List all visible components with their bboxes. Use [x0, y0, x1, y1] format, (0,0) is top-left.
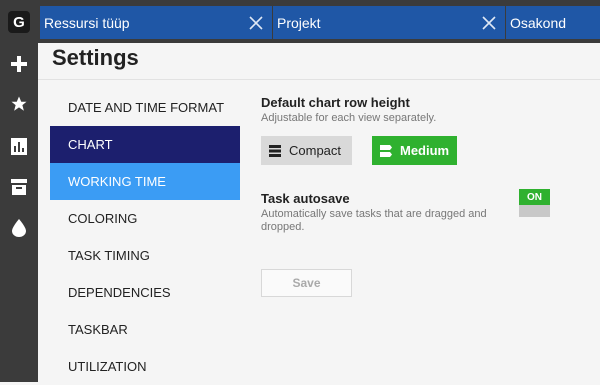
- toggle-on-label: ON: [519, 189, 550, 205]
- plus-icon[interactable]: [0, 51, 38, 77]
- close-icon[interactable]: [472, 6, 505, 39]
- row-height-options: Compact Medium: [261, 136, 457, 165]
- compact-option-button[interactable]: Compact: [261, 136, 352, 165]
- settings-content: Default chart row height Adjustable for …: [261, 95, 591, 297]
- drop-icon[interactable]: [0, 215, 38, 241]
- page-title: Settings: [52, 45, 139, 70]
- filter-chip-department[interactable]: Osakond: [506, 6, 600, 39]
- page-header: Settings: [38, 43, 600, 80]
- section-title: Default chart row height: [261, 95, 410, 110]
- toggle-track: [519, 205, 550, 217]
- filter-bar: Ressursi tüüp Projekt Osakond: [38, 0, 600, 43]
- nav-item-taskbar[interactable]: TASKBAR: [50, 311, 240, 348]
- compact-rows-icon: [261, 144, 289, 158]
- save-button[interactable]: Save: [261, 269, 352, 297]
- filter-chip-project[interactable]: Projekt: [273, 6, 505, 39]
- task-autosave-section: Task autosave Automatically save tasks t…: [261, 189, 591, 234]
- app-logo[interactable]: G: [8, 11, 30, 33]
- section-subtitle: Automatically save tasks that are dragge…: [261, 208, 487, 233]
- nav-item-date-time-format[interactable]: DATE AND TIME FORMAT: [50, 89, 240, 126]
- close-icon[interactable]: [239, 6, 272, 39]
- nav-item-working-time[interactable]: WORKING TIME: [50, 163, 240, 200]
- nav-item-task-timing[interactable]: TASK TIMING: [50, 237, 240, 274]
- nav-item-coloring[interactable]: COLORING: [50, 200, 240, 237]
- chart-row-height-section: Default chart row height Adjustable for …: [261, 95, 591, 125]
- medium-option-button[interactable]: Medium: [372, 136, 457, 165]
- section-subtitle: Adjustable for each view separately.: [261, 112, 437, 124]
- medium-rows-icon: [372, 144, 400, 158]
- nav-item-dependencies[interactable]: DEPENDENCIES: [50, 274, 240, 311]
- logo-letter: G: [13, 13, 25, 31]
- filter-chip-label: Projekt: [277, 14, 321, 31]
- nav-item-chart[interactable]: CHART: [50, 126, 240, 163]
- report-icon[interactable]: [0, 133, 38, 159]
- star-icon[interactable]: [0, 91, 38, 117]
- filter-chip-label: Ressursi tüüp: [44, 14, 130, 31]
- archive-icon[interactable]: [0, 174, 38, 200]
- left-rail: G: [0, 0, 38, 382]
- settings-nav: DATE AND TIME FORMAT CHART WORKING TIME …: [50, 89, 240, 385]
- nav-item-utilization[interactable]: UTILIZATION: [50, 348, 240, 385]
- medium-option-label: Medium: [400, 143, 450, 158]
- autosave-toggle[interactable]: ON: [519, 189, 550, 217]
- filter-chip-resource-type[interactable]: Ressursi tüüp: [40, 6, 272, 39]
- filter-chip-label: Osakond: [510, 14, 567, 31]
- compact-option-label: Compact: [289, 143, 342, 158]
